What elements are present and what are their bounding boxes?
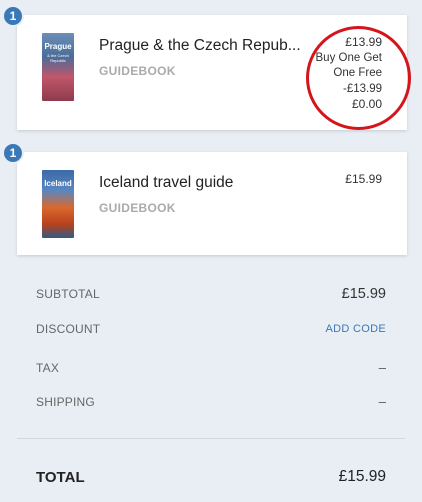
promo-line-2: One Free — [333, 67, 382, 79]
subtotal-label: SUBTOTAL — [36, 287, 100, 301]
cart-item-iceland[interactable]: Iceland Iceland travel guide GUIDEBOOK £… — [17, 152, 407, 255]
total-row: TOTAL £15.99 — [36, 468, 386, 486]
book-cover-image: Prague & the Czech Republic — [42, 33, 74, 101]
price-breakdown: £13.99 Buy One Get One Free -£13.99 £0.0… — [316, 35, 382, 113]
tax-value: – — [378, 360, 386, 375]
discount-amount: -£13.99 — [342, 82, 382, 95]
tax-label: TAX — [36, 360, 60, 375]
shipping-value: – — [378, 394, 386, 409]
cover-title: Iceland — [44, 179, 72, 188]
shipping-label: SHIPPING — [36, 394, 95, 409]
add-code-link[interactable]: ADD CODE — [326, 323, 386, 335]
summary-divider — [17, 438, 405, 439]
cart-item-prague[interactable]: Prague & the Czech Republic Prague & the… — [17, 15, 407, 130]
item-price: £15.99 — [345, 172, 382, 186]
item-price: £13.99 — [345, 35, 382, 49]
total-label: TOTAL — [36, 468, 85, 486]
subtotal-value: £15.99 — [341, 286, 386, 302]
cover-subtitle: & the Czech Republic — [47, 53, 69, 63]
discount-row: DISCOUNT ADD CODE — [36, 322, 386, 336]
subtotal-row: SUBTOTAL £15.99 — [36, 286, 386, 302]
quantity-badge: 1 — [2, 5, 24, 27]
promo-line-1: Buy One Get — [315, 51, 382, 64]
tax-row: TAX – — [36, 360, 386, 375]
shipping-row: SHIPPING – — [36, 394, 386, 409]
item-title[interactable]: Prague & the Czech Repub... — [99, 37, 311, 55]
cover-title: Prague — [44, 42, 72, 51]
total-value: £15.99 — [338, 468, 386, 485]
item-title[interactable]: Iceland travel guide — [99, 174, 319, 192]
final-price: £0.00 — [351, 97, 382, 111]
item-type: GUIDEBOOK — [99, 64, 176, 78]
book-cover-image: Iceland — [42, 170, 74, 238]
price-breakdown: £15.99 — [345, 172, 382, 186]
quantity-badge: 1 — [2, 142, 24, 164]
discount-label: DISCOUNT — [36, 322, 101, 336]
item-type: GUIDEBOOK — [99, 201, 176, 215]
